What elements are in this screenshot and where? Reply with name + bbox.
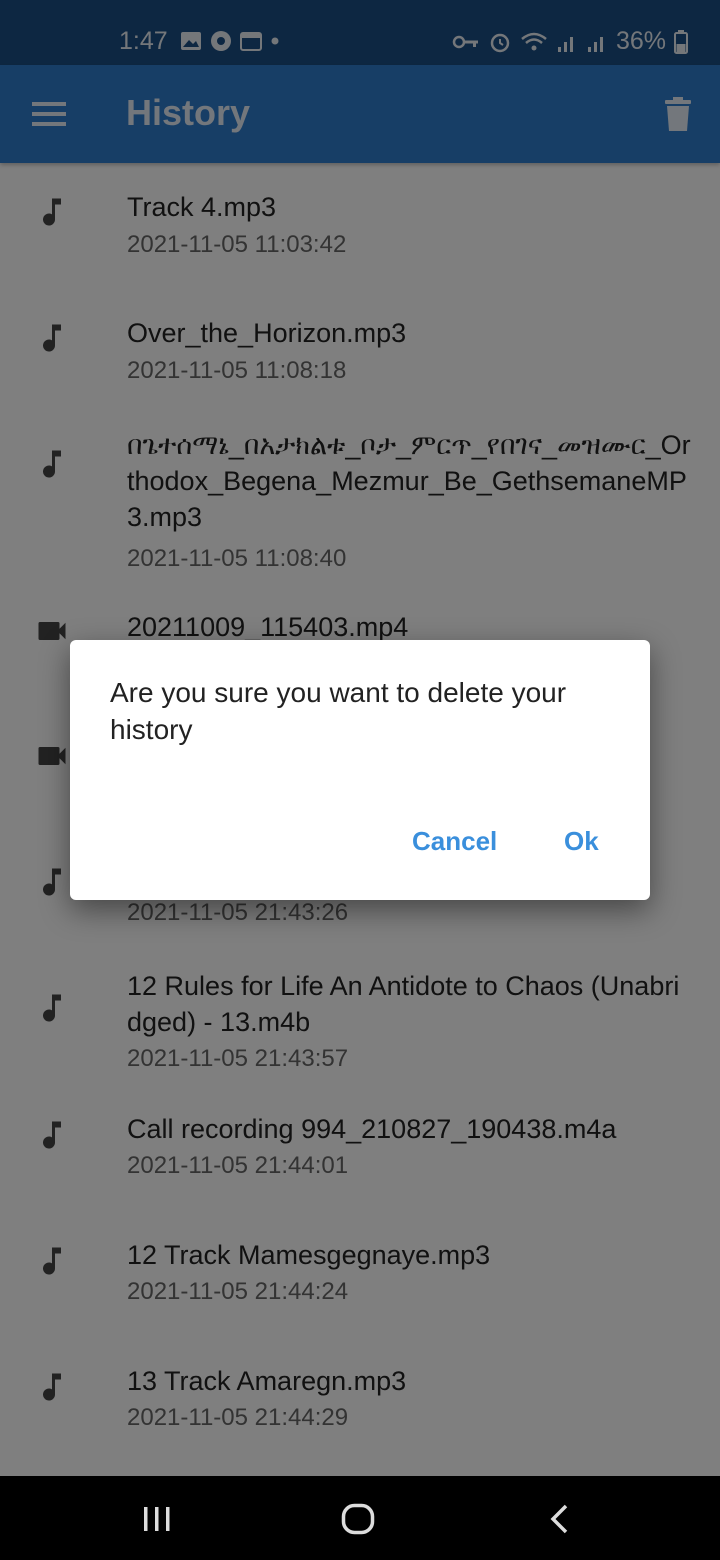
cancel-button[interactable]: Cancel bbox=[412, 826, 497, 857]
ok-button[interactable]: Ok bbox=[564, 826, 599, 857]
system-navigation-bar bbox=[0, 1476, 720, 1560]
confirm-delete-dialog: Are you sure you want to delete your his… bbox=[70, 640, 650, 900]
home-icon[interactable] bbox=[341, 1503, 375, 1535]
recent-apps-icon[interactable] bbox=[142, 1505, 172, 1533]
dialog-message: Are you sure you want to delete your his… bbox=[110, 677, 567, 745]
back-icon[interactable] bbox=[548, 1504, 572, 1534]
